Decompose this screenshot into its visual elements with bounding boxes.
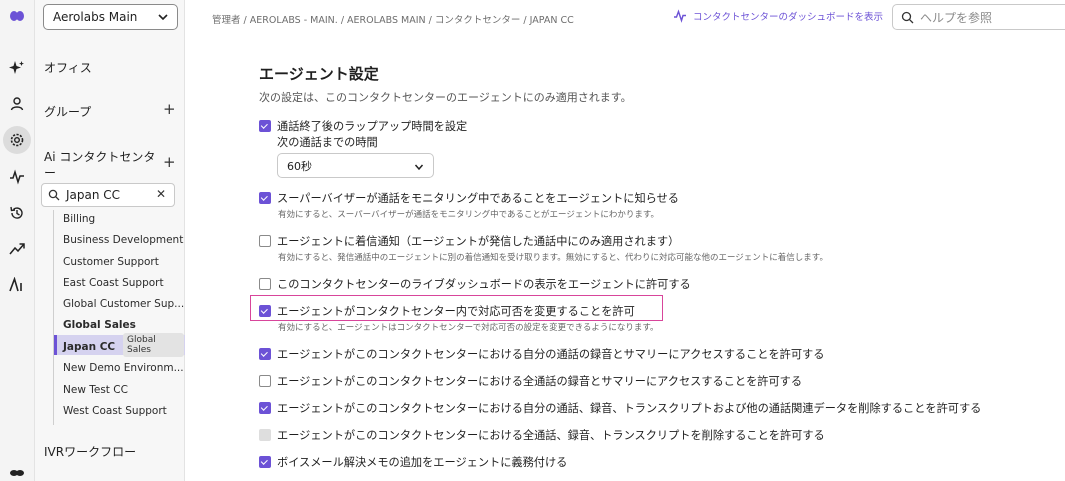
setting-delete-all-data: エージェントがこのコンタクトセンターにおける全通話、録音、トランスクリプトを削除… bbox=[259, 427, 825, 443]
setting-live-dashboard[interactable]: このコンタクトセンターのライブダッシュボードの表示をエージェントに許可する bbox=[259, 276, 691, 292]
nav-office[interactable]: オフィス bbox=[44, 59, 92, 76]
clear-search-icon[interactable]: ✕ bbox=[156, 187, 166, 201]
chevron-down-icon bbox=[158, 14, 168, 21]
cc-item-new-test-cc[interactable]: New Test CC bbox=[63, 384, 128, 396]
checkbox-unchecked[interactable] bbox=[259, 375, 271, 387]
view-dashboard-link[interactable]: コンタクトセンターのダッシュボードを表示 bbox=[673, 9, 883, 23]
sparkle-icon[interactable] bbox=[7, 58, 27, 78]
cc-item-new-demo-environment[interactable]: New Demo Environm... bbox=[63, 362, 184, 374]
setting-voicemail-memo[interactable]: ボイスメール解決メモの追加をエージェントに義務付ける bbox=[259, 454, 567, 470]
add-group-icon[interactable]: + bbox=[163, 102, 176, 117]
setting-label: エージェントがコンタクトセンター内で対応可否を変更することを許可 bbox=[277, 305, 635, 318]
activity-icon[interactable] bbox=[7, 167, 27, 187]
setting-desc: 有効にすると、発信通話中のエージェントに別の着信通知を受け取ります。無効にすると… bbox=[278, 253, 828, 263]
checkbox-checked[interactable] bbox=[259, 456, 271, 468]
checkbox-checked[interactable] bbox=[259, 305, 271, 317]
side-nav: Aerolabs Main オフィス グループ + Ai コンタクトセンタ ー … bbox=[35, 0, 185, 481]
setting-label: エージェントがこのコンタクトセンターにおける自分の通話の録音とサマリーにアクセス… bbox=[277, 348, 825, 361]
checkbox-unchecked[interactable] bbox=[259, 235, 271, 247]
setting-delete-own-data[interactable]: エージェントがこのコンタクトセンターにおける自分の通話、録音、トランスクリプトお… bbox=[259, 400, 981, 416]
checkbox-unchecked[interactable] bbox=[259, 278, 271, 290]
checkbox-disabled bbox=[259, 429, 271, 441]
setting-label: エージェントがこのコンタクトセンターにおける全通話の録音とサマリーにアクセスする… bbox=[277, 375, 803, 388]
add-contact-center-icon[interactable]: + bbox=[163, 155, 176, 170]
next-call-select[interactable]: 60秒 bbox=[277, 153, 434, 178]
next-call-value: 60秒 bbox=[287, 159, 312, 173]
nav-group[interactable]: グループ bbox=[44, 103, 91, 120]
cc-item-global-customer-support[interactable]: Global Customer Sup... bbox=[63, 298, 184, 310]
checkbox-checked[interactable] bbox=[259, 348, 271, 360]
ai-icon[interactable] bbox=[7, 275, 27, 295]
setting-all-recordings[interactable]: エージェントがこのコンタクトセンターにおける全通話の録音とサマリーにアクセスする… bbox=[259, 373, 802, 389]
tree-line bbox=[53, 210, 54, 425]
setting-label: エージェントがこのコンタクトセンターにおける全通話、録音、トランスクリプトを削除… bbox=[277, 429, 825, 442]
user-icon[interactable] bbox=[7, 94, 27, 114]
nav-ai-contact-center-2: ー bbox=[44, 166, 57, 180]
next-call-label: 次の通話までの時間 bbox=[277, 136, 378, 149]
setting-supervisor-monitor[interactable]: スーパーバイザーが通話をモニタリング中であることをエージェントに知らせる bbox=[259, 190, 679, 206]
setting-desc: 有効にすると、エージェントはコンタクトセンターで対応可否の設定を変更できるように… bbox=[278, 323, 659, 333]
breadcrumb: 管理者 / AEROLABS - MAIN. / AEROLABS MAIN /… bbox=[212, 15, 574, 26]
cc-item-customer-support[interactable]: Customer Support bbox=[63, 256, 159, 268]
logo-icon[interactable] bbox=[7, 6, 27, 26]
setting-label: このコンタクトセンターのライブダッシュボードの表示をエージェントに許可する bbox=[277, 278, 691, 291]
setting-label: エージェントがこのコンタクトセンターにおける自分の通話、録音、トランスクリプトお… bbox=[277, 402, 982, 415]
cc-item-business-development[interactable]: Business Development bbox=[63, 234, 183, 246]
settings-icon[interactable] bbox=[3, 126, 31, 154]
setting-label: ボイスメール解決メモの追加をエージェントに義務付ける bbox=[277, 456, 568, 469]
history-icon[interactable] bbox=[7, 203, 27, 223]
cc-item-billing[interactable]: Billing bbox=[63, 213, 95, 225]
tooltip: Global Sales bbox=[123, 333, 184, 357]
setting-wrapup[interactable]: 通話終了後のラップアップ時間を設定 bbox=[259, 118, 467, 134]
nav-ivr-workflow[interactable]: IVRワークフロー bbox=[44, 443, 136, 460]
cc-item-west-coast-support[interactable]: West Coast Support bbox=[63, 405, 167, 417]
setting-label: 通話終了後のラップアップ時間を設定 bbox=[277, 120, 468, 133]
help-search[interactable]: ヘルプを参照 bbox=[892, 4, 1065, 30]
dashboard-link-label: コンタクトセンターのダッシュボードを表示 bbox=[693, 12, 884, 23]
nav-ai-contact-center[interactable]: Ai コンタクトセンタ bbox=[44, 148, 155, 165]
search-icon bbox=[901, 11, 914, 23]
help-placeholder: ヘルプを参照 bbox=[920, 10, 993, 25]
setting-label: エージェントに着信通知（エージェントが発信した通話中にのみ適用されます） bbox=[277, 235, 680, 248]
setting-incoming-notify[interactable]: エージェントに着信通知（エージェントが発信した通話中にのみ適用されます） bbox=[259, 233, 679, 249]
checkbox-checked[interactable] bbox=[259, 402, 271, 414]
setting-desc: 有効にすると、スーパーバイザーが通話をモニタリング中であることがエージェントにわ… bbox=[278, 210, 659, 220]
page-subtitle: 次の設定は、このコンタクトセンターのエージェントにのみ適用されます。 bbox=[259, 91, 632, 104]
setting-label: スーパーバイザーが通話をモニタリング中であることをエージェントに知らせる bbox=[277, 192, 679, 205]
workspace-name: Aerolabs Main bbox=[53, 10, 138, 24]
cc-item-japan-cc[interactable]: Japan CC bbox=[63, 341, 115, 353]
search-value: Japan CC bbox=[66, 188, 121, 202]
page-title: エージェント設定 bbox=[259, 65, 379, 83]
cc-item-global-sales[interactable]: Global Sales bbox=[63, 319, 136, 331]
workspace-selector[interactable]: Aerolabs Main bbox=[43, 4, 178, 30]
checkbox-checked[interactable] bbox=[259, 120, 271, 132]
contact-center-search[interactable]: Japan CC ✕ bbox=[41, 183, 175, 207]
icon-rail bbox=[0, 0, 35, 481]
chevron-down-icon bbox=[414, 164, 424, 171]
brand-icon bbox=[7, 462, 27, 481]
search-icon bbox=[48, 189, 60, 201]
activity-icon bbox=[674, 9, 686, 23]
setting-own-recordings[interactable]: エージェントがこのコンタクトセンターにおける自分の通話の録音とサマリーにアクセス… bbox=[259, 346, 824, 362]
trending-icon[interactable] bbox=[7, 239, 27, 259]
cc-item-east-coast-support[interactable]: East Coast Support bbox=[63, 277, 164, 289]
checkbox-checked[interactable] bbox=[259, 192, 271, 204]
setting-availability-change[interactable]: エージェントがコンタクトセンター内で対応可否を変更することを許可 bbox=[259, 303, 635, 319]
